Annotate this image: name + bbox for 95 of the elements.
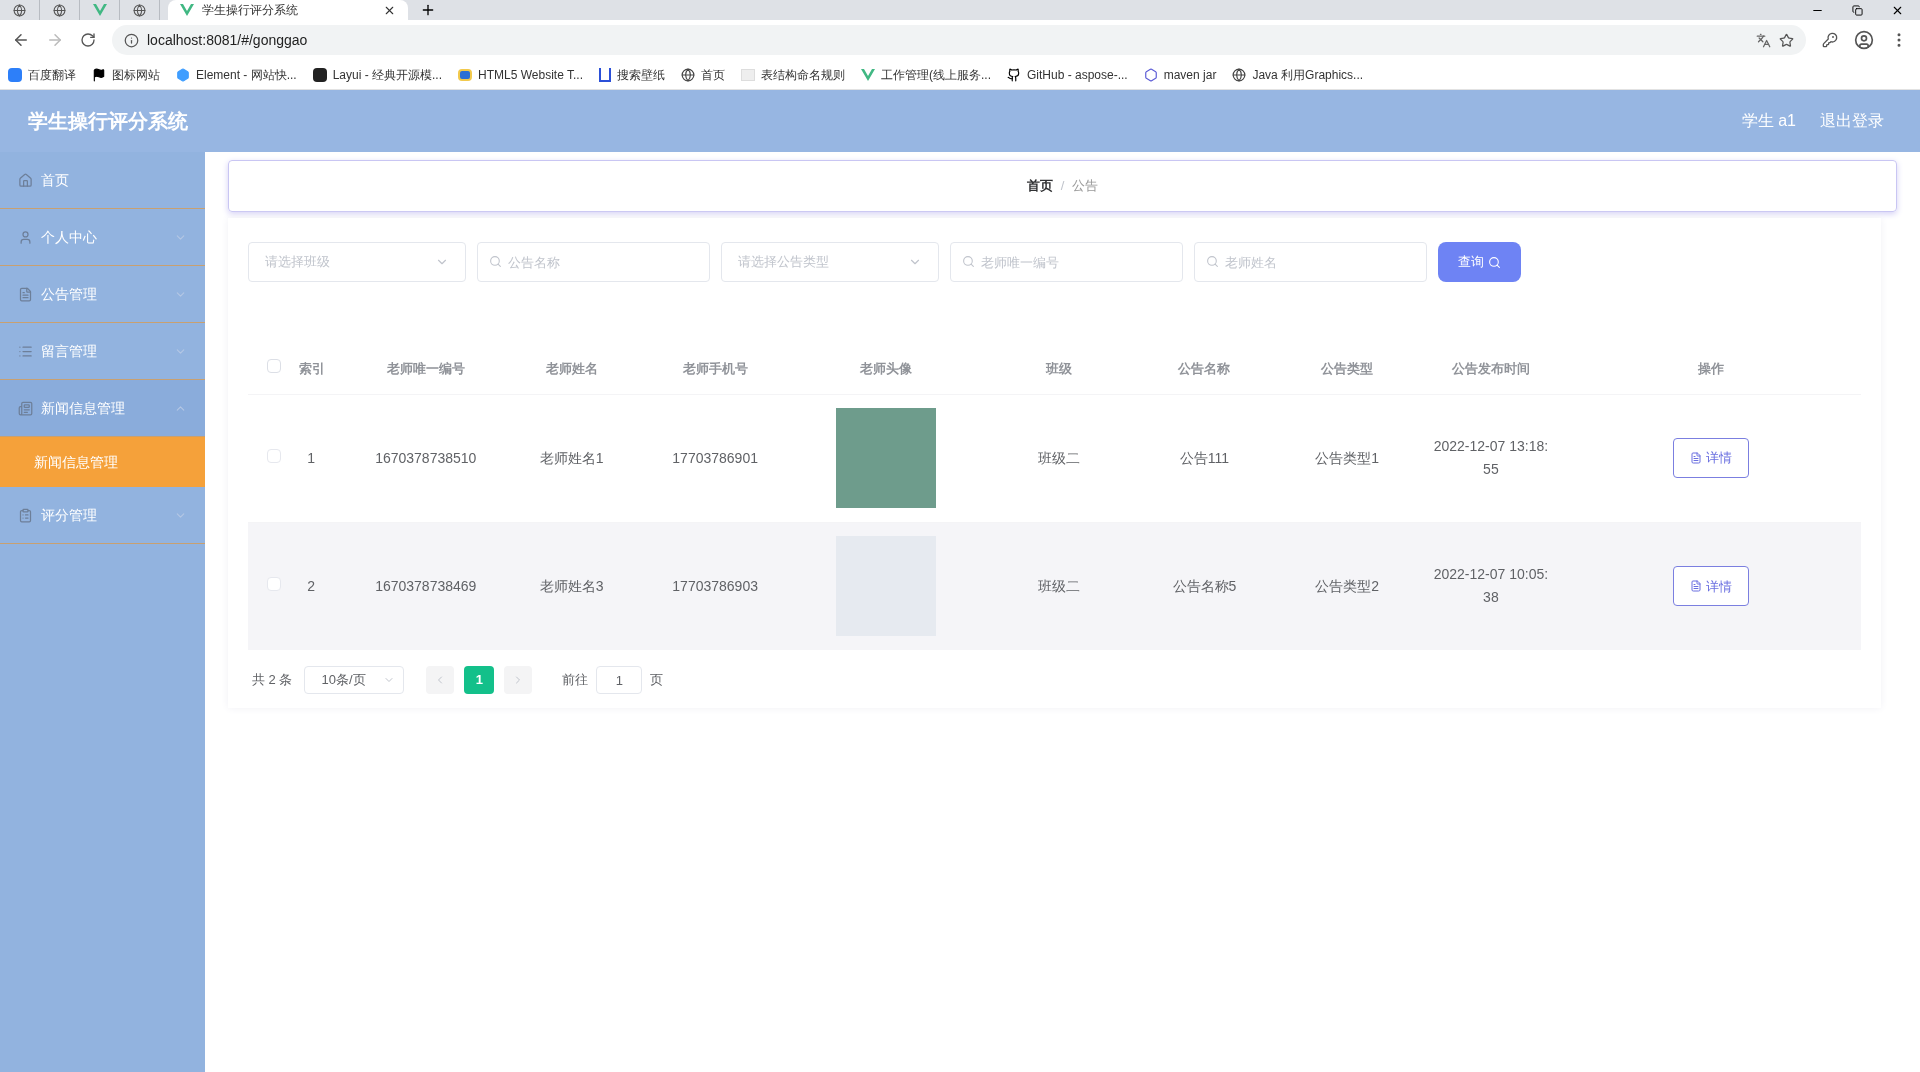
row-checkbox[interactable]: [266, 448, 281, 463]
search-icon: [489, 255, 502, 268]
page-suffix: 页: [650, 671, 664, 690]
detail-button[interactable]: 详情: [1672, 566, 1749, 607]
table-cell: 1670378738510: [375, 449, 477, 466]
bookmark-link[interactable]: Java 利用Graphics...: [1252, 65, 1364, 84]
table-cell: 1: [307, 449, 315, 466]
bookmark-link[interactable]: 表结构命名规则: [761, 65, 845, 84]
star-icon[interactable]: [1779, 32, 1794, 48]
search-field[interactable]: 老师姓名: [1194, 242, 1427, 282]
browser-tab[interactable]: 学生操行评分系统: [168, 0, 408, 20]
column-header: 老师手机号: [682, 361, 748, 376]
table-cell: 1670378738469: [375, 577, 477, 594]
breadcrumb-link[interactable]: 首页: [1026, 176, 1053, 196]
app-title: 学生操行评分系统: [28, 109, 188, 134]
bookmark-icon: [312, 67, 327, 82]
bookmark-link[interactable]: 百度翻译: [28, 65, 76, 84]
profile-icon[interactable]: [1854, 30, 1874, 50]
detail-button[interactable]: 详情: [1672, 438, 1749, 478]
hexagon-icon: [1143, 67, 1158, 82]
search-icon: [1488, 255, 1501, 269]
restore-icon[interactable]: [1852, 4, 1863, 16]
menu-item-icon: [18, 400, 33, 416]
v-logo-icon: [861, 68, 875, 81]
globe-icon: [53, 3, 66, 17]
search-field[interactable]: 公告名称: [477, 242, 710, 282]
document-icon: [1689, 452, 1702, 464]
table-cell: 公告类型2: [1315, 577, 1380, 594]
back-icon[interactable]: [12, 31, 30, 49]
table-cell-text: 2022-12-07 10:05:38: [1432, 565, 1550, 608]
bookmark-link[interactable]: 工作管理(线上服务...: [881, 65, 991, 84]
column-header: 公告类型: [1321, 361, 1374, 376]
document-icon: [1689, 580, 1702, 593]
key-icon[interactable]: [1822, 32, 1838, 48]
row-checkbox[interactable]: [266, 576, 281, 591]
goto-label: 前往: [562, 671, 589, 690]
column-header: 老师姓名: [545, 361, 598, 376]
column-header: 索引: [299, 361, 326, 376]
new-tab-icon[interactable]: [420, 2, 436, 18]
menu-item-icon: [18, 229, 33, 245]
table-cell: 班级二: [1038, 577, 1081, 594]
bookmark-link[interactable]: 首页: [701, 65, 725, 84]
bookmark-link[interactable]: 搜索壁纸: [617, 65, 665, 84]
globe-icon: [1232, 67, 1247, 82]
bookmark-icon: [599, 67, 611, 82]
table-cell: 17703786903: [672, 577, 758, 594]
breadcrumb-separator: /: [1060, 177, 1065, 196]
table-cell: 17703786901: [672, 449, 758, 466]
info-icon: [124, 32, 139, 48]
github-icon: [1007, 67, 1021, 82]
hexagon-icon: [176, 67, 190, 82]
bookmark-link[interactable]: 图标网站: [112, 65, 160, 84]
column-header: 公告发布时间: [1451, 361, 1530, 376]
column-header: 老师头像: [860, 361, 913, 376]
page-icon: [741, 68, 755, 81]
globe-icon: [13, 3, 26, 17]
translate-icon: [8, 67, 22, 82]
globe-icon: [133, 3, 146, 17]
table-cell: 老师姓名3: [539, 577, 604, 594]
page-input[interactable]: 1: [596, 666, 643, 694]
page-size-select[interactable]: 10条/页: [304, 666, 405, 694]
column-header: 班级: [1046, 361, 1073, 376]
bookmark-link[interactable]: HTML5 Website T...: [478, 65, 583, 84]
v-logo-icon: [180, 4, 194, 16]
search-icon: [1206, 255, 1219, 268]
v-logo-icon: [92, 4, 107, 16]
table-cell: 公告111: [1179, 449, 1230, 466]
address-bar[interactable]: localhost:8081/#/gonggao: [112, 25, 1806, 55]
bookmark-link[interactable]: GitHub - aspose-...: [1027, 65, 1128, 84]
bookmark-link[interactable]: Element - 网站快...: [196, 65, 297, 84]
table-cell-text: 2022-12-07 13:18:55: [1432, 437, 1550, 479]
menu-item-icon: [18, 286, 33, 302]
column-header: 老师唯一编号: [386, 361, 465, 376]
translate-icon[interactable]: [1756, 32, 1771, 48]
table-cell: 2: [307, 577, 315, 594]
bookmark-link[interactable]: Layui - 经典开源模...: [332, 65, 443, 84]
query-button[interactable]: 查询: [1438, 242, 1521, 282]
reload-icon[interactable]: [80, 32, 96, 48]
user-name: 学生 a1: [1741, 111, 1796, 131]
search-icon: [962, 255, 975, 268]
table-cell: 班级二: [1038, 449, 1081, 466]
menu-item-icon: [18, 507, 33, 523]
column-header: 公告名称: [1178, 361, 1231, 376]
bookmark-link[interactable]: maven jar: [1163, 65, 1217, 84]
table-cell: 公告类型1: [1315, 449, 1380, 466]
menu-item-icon: [18, 172, 33, 188]
globe-icon: [681, 67, 695, 82]
flag-icon: [92, 67, 106, 82]
bookmark-icon: [458, 68, 473, 81]
table-cell: 公告名称5: [1172, 577, 1237, 594]
select-all-checkbox[interactable]: [266, 359, 281, 374]
table-cell: 老师姓名1: [539, 449, 604, 466]
total-count: 共 2 条: [252, 671, 293, 690]
menu-item-icon: [18, 343, 33, 359]
column-header: 操作: [1697, 361, 1724, 376]
